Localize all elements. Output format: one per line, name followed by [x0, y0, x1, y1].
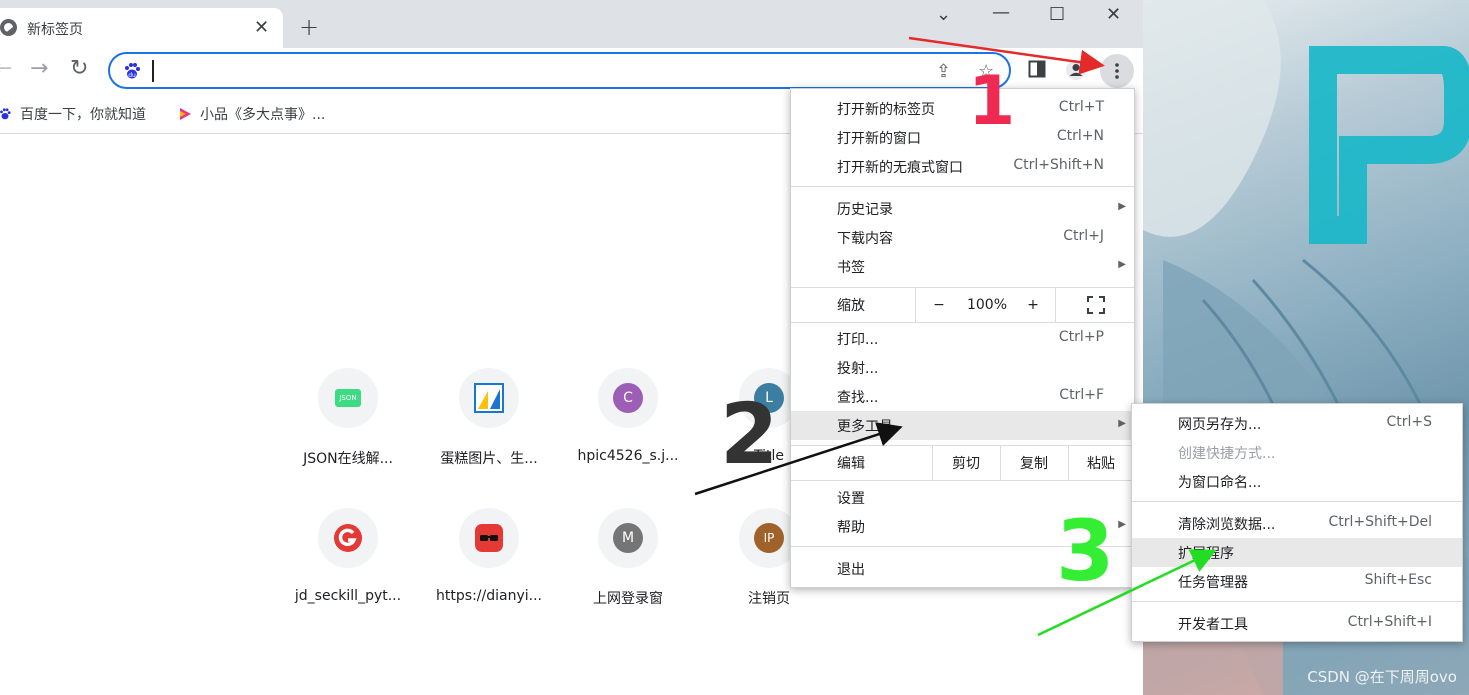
menu-item-new-tab[interactable]: 打开新的标签页 Ctrl+T	[791, 94, 1134, 123]
letter-avatar-icon: M	[613, 523, 643, 553]
maximize-button[interactable]: ☐	[1049, 4, 1065, 25]
menu-item-developer-tools[interactable]: 开发者工具 Ctrl+Shift+I	[1132, 609, 1462, 638]
submenu-arrow-icon: ▶	[1118, 259, 1126, 270]
edit-label: 编辑	[837, 456, 865, 472]
menu-separator	[1132, 601, 1462, 602]
shortcut-label: hpic4526_s.j...	[577, 448, 679, 464]
json-icon: JSON	[318, 368, 378, 428]
menu-item-history[interactable]: 历史记录 ▶	[791, 194, 1134, 223]
forward-arrow-icon[interactable]: →	[30, 56, 48, 81]
shortcut-tile[interactable]: JSON JSON在线解...	[283, 368, 413, 468]
play-icon	[180, 108, 191, 120]
bookmark-video[interactable]: 小品《多大点事》...	[178, 104, 325, 124]
shortcut-tile[interactable]: M 上网登录窗	[563, 508, 693, 608]
three-dots-icon	[1115, 63, 1119, 79]
annotation-step-1: 1	[968, 62, 1016, 141]
chrome-menu-button[interactable]	[1100, 54, 1134, 88]
annotation-step-2: 2	[720, 385, 779, 483]
edit-row: 编辑 剪切 复制 粘贴	[791, 446, 1134, 480]
letter-avatar-icon: IP	[754, 523, 784, 553]
menu-item-new-window[interactable]: 打开新的窗口 Ctrl+N	[791, 123, 1134, 152]
shortcut-label: JSON在线解...	[303, 451, 393, 467]
paste-button[interactable]: 粘贴	[1068, 446, 1134, 480]
fullscreen-icon[interactable]	[1076, 288, 1116, 322]
menu-item-save-page[interactable]: 网页另存为... Ctrl+S	[1132, 409, 1462, 438]
zoom-label: 缩放	[837, 298, 865, 314]
tab-title: 新标签页	[27, 22, 83, 38]
menu-item-task-manager[interactable]: 任务管理器 Shift+Esc	[1132, 567, 1462, 596]
shortcut-tile[interactable]: C hpic4526_s.j...	[563, 368, 693, 464]
letter-avatar-icon: C	[613, 383, 643, 413]
menu-item-incognito[interactable]: 打开新的无痕式窗口 Ctrl+Shift+N	[791, 152, 1134, 181]
shortcut-tile[interactable]: 蛋糕图片、生...	[424, 368, 554, 468]
menu-separator	[791, 480, 1134, 481]
menu-item-create-shortcut: 创建快捷方式...	[1178, 446, 1276, 462]
close-window-button[interactable]: ✕	[1106, 4, 1121, 25]
shortcut-label: 蛋糕图片、生...	[440, 451, 538, 467]
shortcut-tile[interactable]: jd_seckill_pyt...	[283, 508, 413, 604]
browser-window: 新标签页 ✕ + ⌄ — ☐ ✕ ← → ↻ du ⇪ ☆ 百度一下，你就知道 …	[0, 0, 1469, 695]
menu-item-cast[interactable]: 投射...	[791, 353, 1134, 382]
side-panel-icon[interactable]	[1028, 60, 1046, 82]
zoom-level: 100%	[966, 297, 1008, 313]
more-tools-submenu: 网页另存为... Ctrl+S 创建快捷方式... 为窗口命名... 清除浏览数据…	[1131, 403, 1463, 642]
menu-separator	[1132, 501, 1462, 502]
cut-button[interactable]: 剪切	[932, 446, 1000, 480]
bookmark-label: 小品《多大点事》...	[200, 107, 326, 123]
baidu-paw-icon	[0, 108, 11, 120]
shortcut-label: jd_seckill_pyt...	[294, 588, 402, 604]
shortcut-tile[interactable]: https://dianyi...	[424, 508, 554, 604]
profile-icon[interactable]	[1066, 60, 1086, 84]
zoom-in-button[interactable]: +	[1011, 288, 1055, 322]
menu-item-downloads[interactable]: 下载内容 Ctrl+J	[791, 223, 1134, 252]
image-icon	[459, 368, 519, 428]
tab-new-tab-page[interactable]: 新标签页 ✕	[0, 8, 283, 48]
shortcut-label: 上网登录窗	[593, 591, 663, 607]
g-logo-icon	[318, 508, 378, 568]
close-tab-icon[interactable]: ✕	[254, 17, 269, 38]
shortcut-label: 注销页	[748, 591, 790, 607]
share-icon[interactable]: ⇪	[936, 61, 951, 82]
menu-item-extensions[interactable]: 扩展程序	[1132, 538, 1462, 567]
submenu-arrow-icon: ▶	[1118, 201, 1126, 212]
copy-button[interactable]: 复制	[1000, 446, 1068, 480]
menu-item-find[interactable]: 查找... Ctrl+F	[791, 382, 1134, 411]
new-tab-button[interactable]: +	[299, 13, 319, 41]
zoom-out-button[interactable]: −	[915, 288, 963, 322]
globe-icon	[0, 19, 17, 36]
csdn-watermark: CSDN @在下周周ovo	[1307, 668, 1457, 686]
tab-search-chevron-icon[interactable]: ⌄	[936, 4, 951, 25]
menu-separator	[791, 322, 1134, 323]
address-bar[interactable]: du ⇪ ☆	[108, 52, 1011, 89]
menu-item-bookmarks[interactable]: 书签 ▶	[791, 252, 1134, 281]
glasses-icon	[459, 508, 519, 568]
tab-strip: 新标签页 ✕ + ⌄ — ☐ ✕	[0, 0, 1143, 48]
shortcut-label: https://dianyi...	[436, 588, 542, 604]
bookmark-label: 百度一下，你就知道	[20, 107, 146, 123]
text-cursor	[152, 60, 154, 82]
annotation-step-3: 3	[1056, 502, 1115, 600]
baidu-paw-icon: du	[125, 63, 140, 79]
menu-item-print[interactable]: 打印... Ctrl+P	[791, 324, 1134, 353]
bookmark-baidu[interactable]: 百度一下，你就知道	[0, 104, 146, 124]
reload-icon[interactable]: ↻	[70, 56, 88, 81]
menu-item-more-tools[interactable]: 更多工具 ▶	[791, 411, 1134, 440]
menu-item-name-window[interactable]: 为窗口命名...	[1132, 467, 1462, 496]
zoom-row: 缩放 − 100% +	[791, 288, 1134, 322]
svg-text:du: du	[128, 72, 136, 79]
back-arrow-icon[interactable]: ←	[0, 56, 12, 81]
minimize-button[interactable]: —	[992, 2, 1010, 23]
menu-item-clear-browsing-data[interactable]: 清除浏览数据... Ctrl+Shift+Del	[1132, 509, 1462, 538]
submenu-arrow-icon: ▶	[1118, 418, 1126, 429]
menu-separator	[791, 186, 1134, 187]
submenu-arrow-icon: ▶	[1118, 519, 1126, 530]
